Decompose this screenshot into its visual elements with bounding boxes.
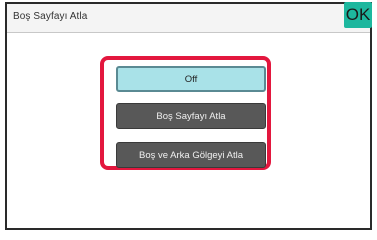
dialog-title: Boş Sayfayı Atla (13, 11, 88, 22)
option-skip-blank-and-back-shadow[interactable]: Boş ve Arka Gölgeyi Atla (116, 142, 266, 168)
ok-button[interactable]: OK (344, 2, 372, 28)
option-skip-blank-page[interactable]: Boş Sayfayı Atla (116, 103, 266, 129)
option-off[interactable]: Off (116, 66, 266, 92)
dialog-header: Boş Sayfayı Atla OK (7, 2, 372, 33)
